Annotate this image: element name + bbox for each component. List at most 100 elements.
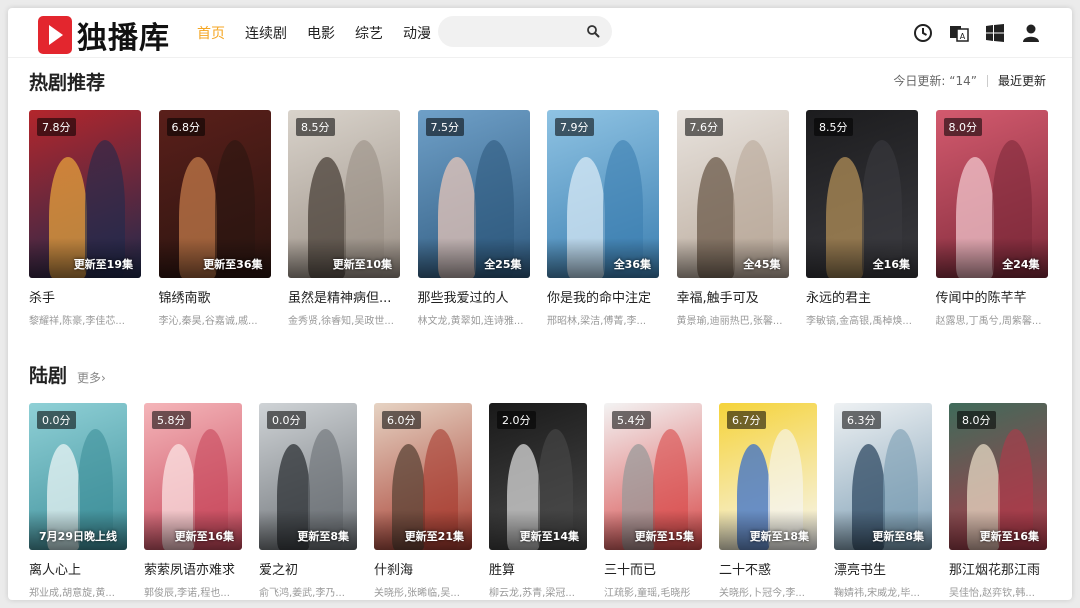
show-cast: 关晓彤,张晞临,吴...	[374, 588, 460, 599]
show-card[interactable]: 8.0分 更新至16集 那江烟花那江雨 吴佳怡,赵弈钦,韩...	[949, 403, 1047, 599]
section-title-lu: 陆剧	[29, 365, 68, 387]
poster-image[interactable]: 7.9分 全36集	[547, 110, 659, 278]
show-title[interactable]: 传闻中的陈芊芊	[936, 287, 1048, 306]
section-title-hot: 热剧推荐	[29, 72, 106, 94]
show-card[interactable]: 6.7分 更新至18集 二十不惑 关晓彤,卜冠今,李...	[719, 403, 817, 599]
show-card[interactable]: 7.5分 全25集 那些我爱过的人 林文龙,黄翠如,连诗雅...	[417, 110, 530, 327]
poster-image[interactable]: 6.0分 更新至21集	[374, 403, 472, 550]
poster-image[interactable]: 8.0分 更新至16集	[949, 403, 1047, 550]
show-cast: 黎耀祥,陈豪,李佳芯...	[29, 316, 125, 327]
poster-image[interactable]: 7.6分 全45集	[676, 110, 789, 278]
show-card[interactable]: 0.0分 更新至8集 爱之初 俞飞鸿,姜武,李乃...	[259, 403, 357, 599]
episode-status: 全45集	[743, 258, 781, 271]
score-badge: 8.5分	[814, 118, 853, 136]
show-title[interactable]: 萦萦夙语亦难求	[144, 559, 242, 578]
show-card[interactable]: 6.3分 更新至8集漂亮书生鞠婧祎,宋威龙,毕...	[834, 403, 932, 599]
more-link[interactable]: 更多›	[77, 369, 106, 386]
poster-image[interactable]: 7.5分 全25集	[417, 110, 530, 278]
today-update-count: 今日更新: “14”	[893, 74, 977, 88]
show-title[interactable]: 幸福,触手可及	[677, 287, 789, 306]
divider	[986, 74, 988, 87]
show-cast: 鞠婧祎,宋威龙,毕...	[834, 588, 920, 599]
show-card[interactable]: 6.0分 更新至21集什刹海关晓彤,张晞临,吴...	[374, 403, 472, 599]
show-title[interactable]: 你是我的命中注定	[547, 287, 659, 306]
poster-image[interactable]: 6.3分 更新至8集	[834, 403, 932, 550]
show-title[interactable]: 什刹海	[374, 559, 472, 578]
show-title[interactable]: 杀手	[29, 287, 141, 306]
show-cast: 李沁,秦昊,谷嘉诚,戚...	[158, 316, 258, 327]
episode-status: 全24集	[1002, 258, 1040, 271]
show-cast: 郭俊辰,李诺,程也...	[144, 588, 230, 599]
show-title[interactable]: 虽然是精神病但...	[288, 287, 400, 306]
search-icon[interactable]	[586, 24, 600, 38]
show-card[interactable]: 7.8分 更新至19集杀手黎耀祥,陈豪,李佳芯...	[29, 110, 141, 327]
nav-item[interactable]: 连续剧	[245, 23, 287, 43]
show-title[interactable]: 那些我爱过的人	[418, 287, 530, 306]
show-title[interactable]: 爱之初	[259, 559, 357, 578]
poster-image[interactable]: 5.4分 更新至15集	[604, 403, 702, 550]
show-title[interactable]: 那江烟花那江雨	[949, 559, 1047, 578]
windows-icon[interactable]	[984, 22, 1006, 44]
history-icon[interactable]	[912, 22, 934, 44]
lu-section-header: 陆剧 更多›	[29, 361, 106, 388]
show-card[interactable]: 2.0分 更新至14集胜算柳云龙,苏青,梁冠...	[489, 403, 587, 599]
episode-status: 更新至10集	[332, 258, 392, 271]
show-cast: 黄景瑜,迪丽热巴,张馨...	[676, 316, 783, 327]
poster-image[interactable]: 6.7分更新至18集	[719, 403, 817, 550]
poster-image[interactable]: 0.0分 7月29日晚上线	[29, 403, 127, 550]
show-card[interactable]: 7.6分 全45集幸福,触手可及黄景瑜,迪丽热巴,张馨...	[676, 110, 789, 327]
episode-status: 更新至36集	[203, 258, 263, 271]
episode-status: 更新至15集	[634, 530, 694, 543]
show-title[interactable]: 三十而已	[604, 559, 702, 578]
search-input[interactable]	[452, 16, 582, 47]
show-card[interactable]: 5.8分 更新至16集萦萦夙语亦难求郭俊辰,李诺,程也...	[144, 403, 242, 599]
show-cast: 江疏影,童瑶,毛晓彤	[604, 588, 691, 599]
episode-status: 全25集	[484, 258, 522, 271]
episode-status: 更新至18集	[749, 530, 809, 543]
poster-image[interactable]: 2.0分 更新至14集	[489, 403, 587, 550]
show-card[interactable]: 8.5分全16集永远的君主李敏镐,金高银,禹棹焕...	[806, 110, 918, 327]
nav-item[interactable]: 综艺	[355, 23, 383, 43]
show-card[interactable]: 8.0分 全24集传闻中的陈芊芊赵露思,丁禹兮,周紫馨...	[935, 110, 1048, 327]
poster-image[interactable]: 5.8分 更新至16集	[144, 403, 242, 550]
show-title[interactable]: 锦绣南歌	[159, 287, 271, 306]
nav-item[interactable]: 动漫	[403, 23, 431, 43]
show-title[interactable]: 胜算	[489, 559, 587, 578]
main-nav: 首页 连续剧 电影 综艺 动漫	[197, 23, 451, 43]
episode-status: 全36集	[613, 258, 651, 271]
show-card[interactable]: 8.5分 更新至10集 虽然是精神病但... 金秀贤,徐睿知,吴政世...	[288, 110, 400, 327]
lu-grid: 0.0分 7月29日晚上线 离人心上 郑业成,胡意旋,黄... 5.8分 更新至16集 萦萦…	[29, 403, 1064, 599]
show-card[interactable]: 7.9分 全36集 你是我的命中注定 邢昭林,梁洁,傅菁,李...	[547, 110, 659, 327]
show-card[interactable]: 6.8分 更新至36集锦绣南歌李沁,秦昊,谷嘉诚,戚...	[158, 110, 271, 327]
show-title[interactable]: 漂亮书生	[834, 559, 932, 578]
episode-status: 全16集	[872, 258, 910, 271]
nav-item[interactable]: 电影	[307, 23, 335, 43]
show-card[interactable]: 5.4分 更新至15集三十而已江疏影,童瑶,毛晓彤	[604, 403, 702, 599]
score-badge: 6.3分	[842, 411, 881, 429]
poster-image[interactable]: 8.5分 更新至10集	[288, 110, 400, 278]
episode-status: 更新至19集	[73, 258, 133, 271]
show-card[interactable]: 0.0分 7月29日晚上线 离人心上 郑业成,胡意旋,黄...	[29, 403, 127, 599]
user-icon[interactable]	[1020, 22, 1042, 44]
poster-image[interactable]: 7.8分 更新至19集	[29, 110, 141, 278]
score-badge: 5.8分	[152, 411, 191, 429]
show-title[interactable]: 二十不惑	[719, 559, 817, 578]
poster-image[interactable]: 8.5分全16集	[806, 110, 918, 278]
show-cast: 李敏镐,金高银,禹棹焕...	[806, 316, 912, 327]
poster-image[interactable]: 6.8分 更新至36集	[158, 110, 271, 278]
poster-image[interactable]: 8.0分 全24集	[935, 110, 1048, 278]
logo[interactable]: 独播库	[38, 13, 170, 57]
show-title[interactable]: 永远的君主	[806, 287, 918, 306]
poster-image[interactable]: 0.0分 更新至8集	[259, 403, 357, 550]
top-bar: 独播库 首页 连续剧 电影 综艺 动漫 A	[8, 8, 1072, 58]
show-cast: 柳云龙,苏青,梁冠...	[489, 588, 575, 599]
show-cast: 赵露思,丁禹兮,周紫馨...	[935, 316, 1042, 327]
latest-updates-link[interactable]: 最近更新	[998, 72, 1046, 89]
nav-item[interactable]: 首页	[197, 23, 225, 43]
language-icon[interactable]: A	[948, 22, 970, 44]
episode-status: 7月29日晚上线	[39, 530, 117, 543]
show-title[interactable]: 离人心上	[29, 559, 127, 578]
score-badge: 6.7分	[727, 411, 766, 429]
score-badge: 6.0分	[382, 411, 421, 429]
hot-section-meta: 今日更新: “14” 最近更新	[893, 72, 1046, 89]
